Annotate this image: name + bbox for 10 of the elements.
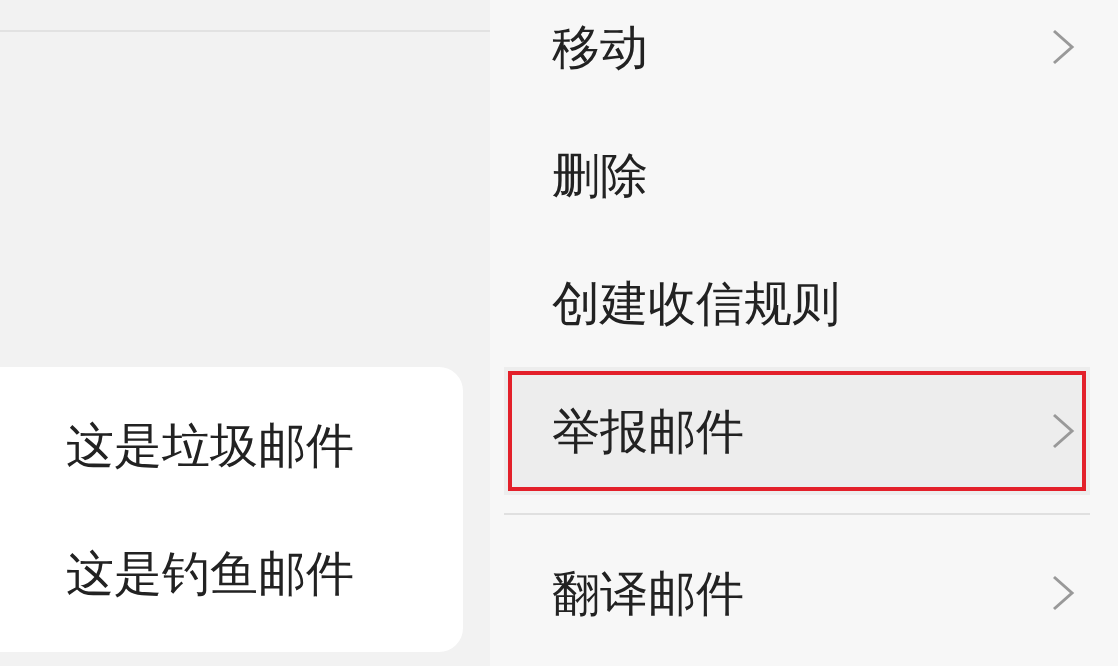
chevron-right-icon bbox=[1050, 573, 1076, 613]
menu-item[interactable]: 创建收信规则 bbox=[504, 239, 1090, 367]
menu-item[interactable]: 这是钓鱼邮件 bbox=[66, 537, 354, 609]
chevron-right-icon bbox=[1050, 411, 1076, 451]
menu-item[interactable]: 移动 bbox=[504, 0, 1090, 111]
menu-item[interactable]: 这是垃圾邮件 bbox=[66, 409, 354, 481]
chevron-right-icon bbox=[1050, 27, 1076, 67]
menu-item[interactable]: 删除 bbox=[504, 111, 1090, 239]
menu-item[interactable]: 翻译邮件 bbox=[504, 513, 1090, 657]
menu-item[interactable]: 举报邮件 bbox=[504, 367, 1090, 495]
